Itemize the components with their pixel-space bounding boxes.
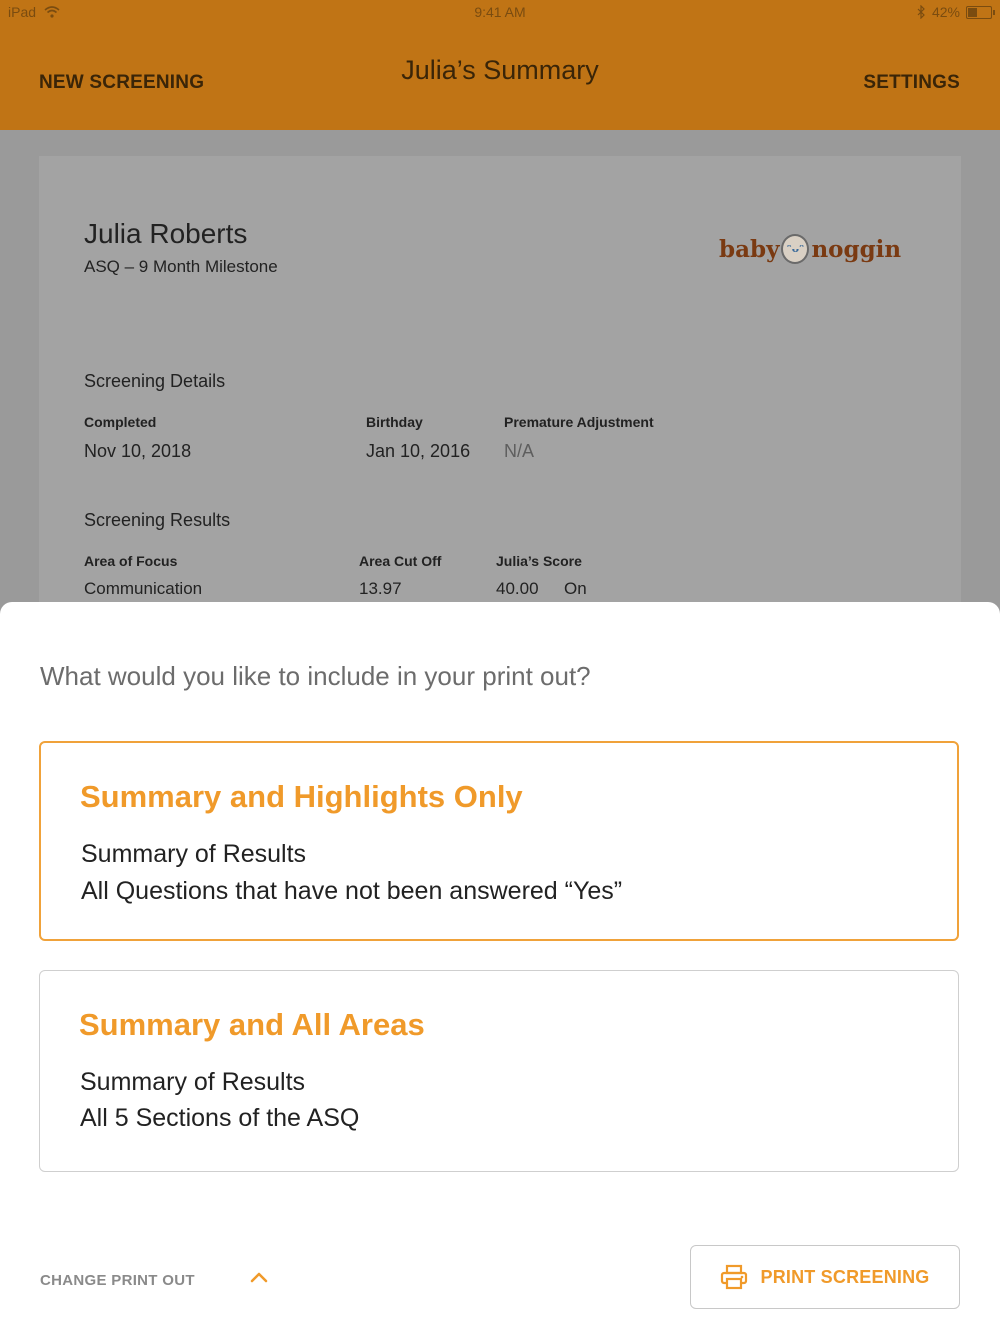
- screening-subtitle: ASQ – 9 Month Milestone: [84, 257, 278, 276]
- option-summary-all-areas[interactable]: Summary and All Areas Summary of Results…: [39, 970, 959, 1172]
- app-header: iPad 9:41 AM 42% NEW SCREENING Julia’s S…: [0, 0, 1000, 130]
- patient-name: Julia Roberts: [84, 218, 248, 249]
- settings-button[interactable]: SETTINGS: [863, 72, 960, 94]
- premature-label: Premature Adjustment: [504, 414, 654, 430]
- print-screening-label: PRINT SCREENING: [760, 1266, 930, 1287]
- result-score: 40.00: [496, 579, 539, 598]
- status-time: 9:41 AM: [474, 4, 526, 20]
- bluetooth-icon: [917, 5, 925, 19]
- babynoggin-logo: baby ᵔᴗᵔ noggin: [719, 234, 901, 264]
- birthday-label: Birthday: [366, 414, 423, 430]
- option-line: All 5 Sections of the ASQ: [80, 1104, 360, 1132]
- option-line: Summary of Results: [81, 840, 307, 868]
- logo-face-icon: ᵔᴗᵔ: [781, 234, 810, 264]
- option-summary-highlights[interactable]: Summary and Highlights Only Summary of R…: [39, 741, 959, 941]
- option-line: Summary of Results: [80, 1068, 306, 1096]
- option-title: Summary and All Areas: [79, 1007, 425, 1042]
- battery-percent: 42%: [931, 4, 960, 20]
- result-cutoff: 13.97: [359, 579, 402, 598]
- area-of-focus-label: Area of Focus: [84, 553, 178, 569]
- logo-text-right: noggin: [811, 235, 902, 263]
- summary-card: Julia Roberts ASQ – 9 Month Milestone ba…: [39, 156, 961, 616]
- logo-text-left: baby: [719, 235, 780, 263]
- printer-icon: [721, 1264, 748, 1290]
- option-title: Summary and Highlights Only: [80, 779, 523, 814]
- print-screening-button[interactable]: PRINT SCREENING: [690, 1245, 960, 1309]
- score-label: Julia’s Score: [496, 553, 582, 569]
- page-title: Julia’s Summary: [401, 55, 599, 85]
- screening-details-title: Screening Details: [84, 371, 226, 391]
- area-cutoff-label: Area Cut Off: [359, 553, 442, 569]
- result-area: Communication: [84, 579, 203, 598]
- status-right: 42%: [916, 4, 995, 20]
- completed-value: Nov 10, 2018: [84, 441, 192, 461]
- premature-value: N/A: [504, 441, 535, 461]
- change-print-out-button[interactable]: CHANGE PRINT OUT: [40, 1272, 195, 1289]
- birthday-value: Jan 10, 2016: [366, 441, 471, 461]
- battery-icon: [966, 5, 995, 19]
- print-options-sheet: What would you like to include in your p…: [0, 602, 1000, 1334]
- completed-label: Completed: [84, 414, 157, 430]
- option-line: All Questions that have not been answere…: [81, 877, 623, 905]
- chevron-up-icon[interactable]: [250, 1268, 268, 1286]
- screening-results-title: Screening Results: [84, 510, 231, 530]
- print-prompt: What would you like to include in your p…: [40, 661, 591, 691]
- result-status: On: [564, 579, 587, 598]
